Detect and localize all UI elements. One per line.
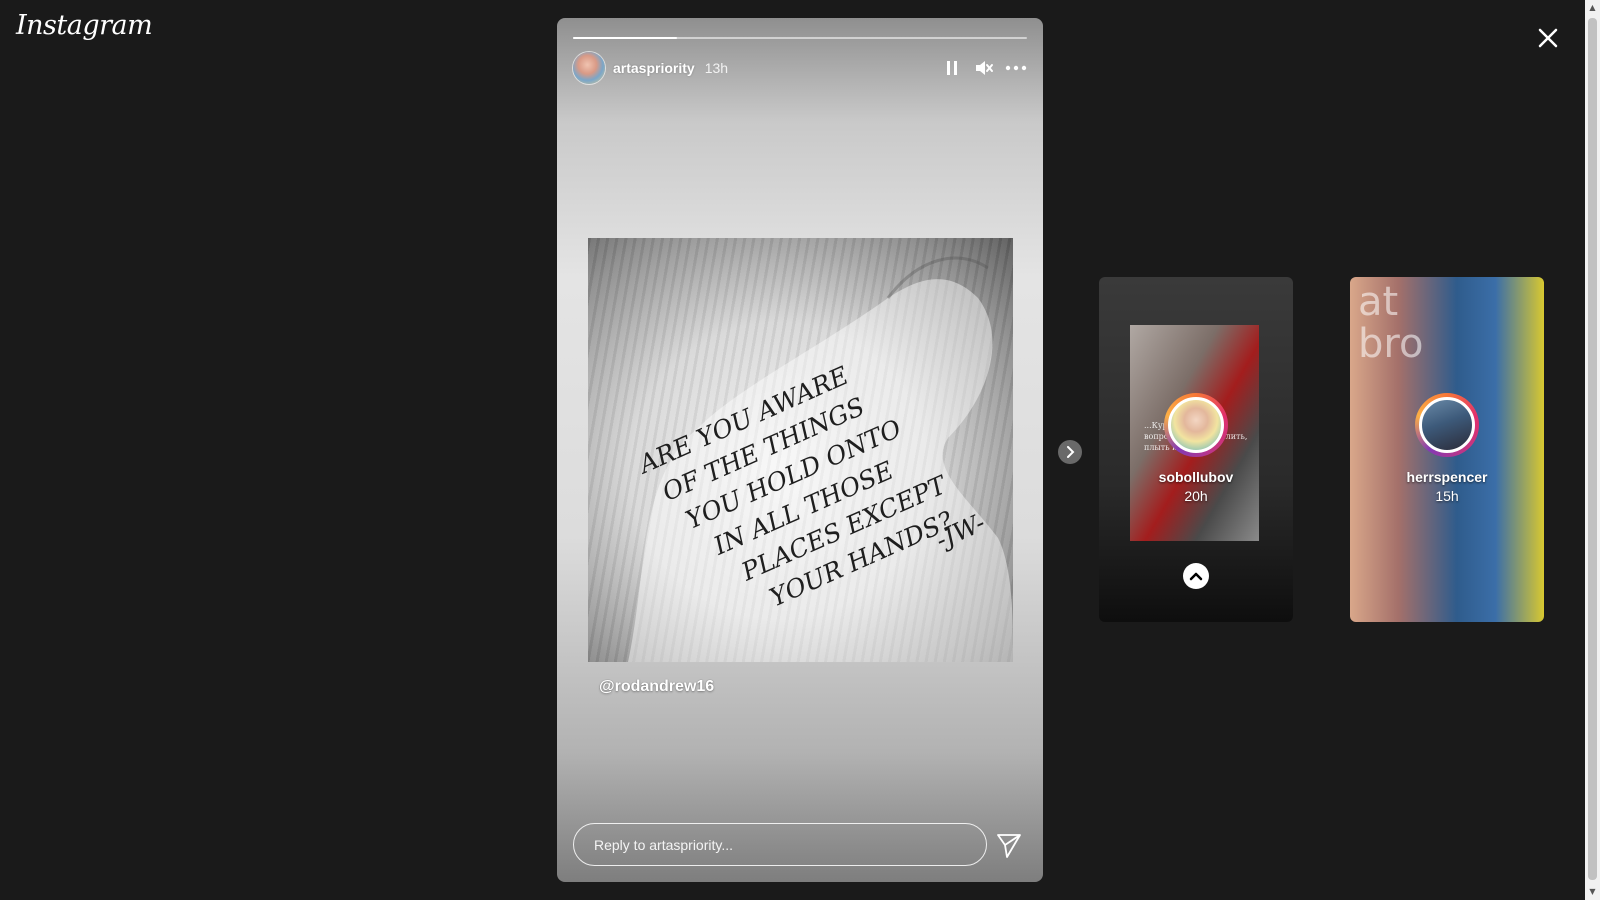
avatar bbox=[1168, 397, 1224, 453]
avatar[interactable] bbox=[573, 52, 605, 84]
next-story-button[interactable] bbox=[1058, 440, 1082, 464]
story-viewer[interactable]: artaspriority 13h ARE YOU AWARE OF THE T… bbox=[557, 18, 1043, 882]
scrollbar[interactable]: ▲ ▼ bbox=[1585, 0, 1600, 900]
mention-sticker[interactable]: @rodandrew16 bbox=[599, 678, 714, 696]
thumbnail-caption: at bro bbox=[1358, 279, 1424, 367]
preview-username: herrspencer bbox=[1406, 469, 1488, 485]
avatar bbox=[1419, 397, 1475, 453]
story-ring bbox=[1164, 393, 1228, 457]
story-username[interactable]: artaspriority bbox=[613, 60, 695, 76]
preview-time: 20h bbox=[1184, 488, 1208, 504]
story-header: artaspriority 13h bbox=[573, 52, 1027, 84]
scroll-up-icon[interactable]: ▲ bbox=[1585, 0, 1600, 16]
preview-username: sobollubov bbox=[1158, 469, 1234, 485]
pause-icon[interactable] bbox=[941, 57, 963, 79]
story-preview-card[interactable]: at bro herrspencer 15h bbox=[1350, 277, 1544, 622]
story-progress-fill bbox=[573, 37, 678, 39]
story-time: 13h bbox=[704, 60, 729, 76]
chevron-right-icon bbox=[1067, 446, 1075, 458]
more-horizontal-icon[interactable] bbox=[1005, 57, 1027, 79]
scroll-down-icon[interactable]: ▼ bbox=[1585, 884, 1600, 900]
speaker-muted-icon[interactable] bbox=[973, 57, 995, 79]
story-photo-hand: ARE YOU AWARE OF THE THINGS YOU HOLD ONT… bbox=[588, 238, 1013, 662]
preview-time: 15h bbox=[1435, 488, 1459, 504]
scrollbar-thumb[interactable] bbox=[1588, 18, 1597, 880]
story-preview-card[interactable]: ...Курс... Путин... вопрос... начал... ю… bbox=[1099, 277, 1293, 622]
close-icon[interactable] bbox=[1532, 22, 1564, 54]
story-progress-bar bbox=[573, 37, 1027, 39]
reply-input[interactable] bbox=[573, 823, 987, 866]
chevron-up-icon[interactable] bbox=[1183, 563, 1209, 589]
story-ring bbox=[1415, 393, 1479, 457]
instagram-logo[interactable]: Instagram bbox=[16, 10, 153, 41]
send-icon[interactable] bbox=[995, 831, 1023, 859]
